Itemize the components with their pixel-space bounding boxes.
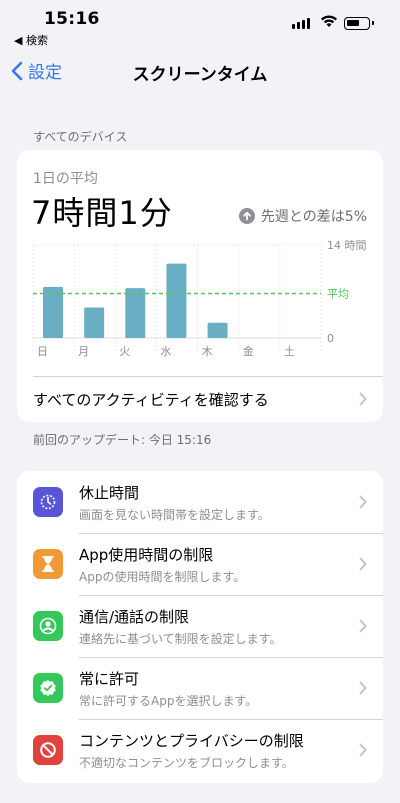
weekly-comparison: 先週との差は5% — [238, 206, 367, 226]
downtime-title: 休止時間 — [79, 484, 140, 502]
status-bar: 15:16 ◀ 検索 — [0, 0, 400, 48]
chevron-right-icon — [359, 743, 367, 757]
see-all-activity-label: すべてのアクティビティを確認する — [33, 391, 269, 409]
chevron-right-icon — [359, 681, 367, 695]
bar-月 — [84, 307, 105, 338]
bar-日 — [43, 286, 63, 338]
screen-time-settings-list: 休止時間 画面を見ない時間帯を設定します。 App使用時間の制限 Appの使用時… — [17, 471, 383, 783]
always-allowed-row[interactable]: 常に許可 常に許可するAppを選択します。 — [17, 657, 383, 719]
back-to-app-link[interactable]: ◀ 検索 — [14, 32, 48, 48]
app-limits-row[interactable]: App使用時間の制限 Appの使用時間を制限します。 — [17, 533, 383, 595]
bar-水 — [166, 263, 187, 338]
navigation-bar: 設定 スクリーンタイム — [0, 52, 400, 92]
y-tick-min: 0 — [327, 332, 334, 345]
see-all-activity-row[interactable]: すべてのアクティビティを確認する — [33, 376, 383, 422]
content-privacy-row[interactable]: コンテンツとプライバシーの制限 不適切なコンテンツをブロックします。 — [17, 719, 383, 781]
always-allowed-title: 常に許可 — [79, 670, 140, 688]
page-title: スクリーンタイム — [132, 65, 268, 85]
content-privacy-title: コンテンツとプライバシーの制限 — [79, 732, 304, 750]
content-privacy-subtitle: 不適切なコンテンツをブロックします。 — [79, 756, 294, 770]
y-tick-max: 14 時間 — [327, 239, 367, 252]
chevron-right-icon — [359, 557, 367, 571]
bar-火 — [125, 288, 146, 338]
downtime-icon — [33, 487, 63, 517]
devices-section-label: すべてのデバイス — [33, 130, 128, 144]
x-tick-label: 土 — [284, 345, 295, 358]
daily-average-value: 7時間1分 — [31, 194, 173, 232]
communication-limits-subtitle: 連絡先に基づいて制限を設定します。 — [79, 632, 282, 646]
status-time: 15:16 — [44, 9, 100, 29]
checkmark-badge-icon — [33, 673, 63, 703]
average-label: 平均 — [327, 287, 349, 300]
always-allowed-subtitle: 常に許可するAppを選択します。 — [79, 694, 258, 708]
x-tick-label: 火 — [119, 345, 130, 358]
app-limits-title: App使用時間の制限 — [79, 546, 214, 564]
arrow-up-circle-icon — [238, 208, 255, 224]
x-tick-label: 木 — [202, 345, 213, 358]
x-tick-label: 水 — [160, 345, 171, 358]
chevron-right-icon — [359, 619, 367, 633]
chevron-right-icon — [359, 495, 367, 509]
wifi-icon — [321, 15, 337, 27]
weekly-comparison-text: 先週との差は5% — [260, 209, 367, 225]
hourglass-icon — [33, 549, 63, 579]
x-tick-label: 金 — [243, 344, 254, 358]
app-limits-subtitle: Appの使用時間を制限します。 — [79, 570, 246, 584]
communication-limits-row[interactable]: 通信/通話の制限 連絡先に基づいて制限を設定します。 — [17, 595, 383, 657]
downtime-row[interactable]: 休止時間 画面を見ない時間帯を設定します。 — [17, 471, 383, 533]
chevron-right-icon — [359, 392, 367, 406]
no-entry-icon — [33, 735, 63, 765]
bar-木 — [207, 322, 228, 338]
contact-icon — [33, 611, 63, 641]
x-tick-label: 月 — [78, 345, 89, 358]
screen-time-summary-card: 1日の平均 7時間1分 先週との差は5% 平均 14 時間 0 日 月 火 水 木 金 土 すべて… — [17, 150, 383, 422]
daily-usage-chart: 平均 14 時間 0 日 月 火 水 木 金 土 — [32, 239, 367, 358]
downtime-subtitle: 画面を見ない時間帯を設定します。 — [79, 508, 270, 522]
cellular-signal-icon — [292, 18, 310, 29]
last-updated-label: 前回のアップデート: 今日 15:16 — [33, 433, 212, 447]
daily-average-label: 1日の平均 — [33, 171, 98, 187]
communication-limits-title: 通信/通話の制限 — [79, 608, 190, 626]
x-tick-label: 日 — [37, 345, 48, 358]
battery-icon — [344, 17, 374, 30]
